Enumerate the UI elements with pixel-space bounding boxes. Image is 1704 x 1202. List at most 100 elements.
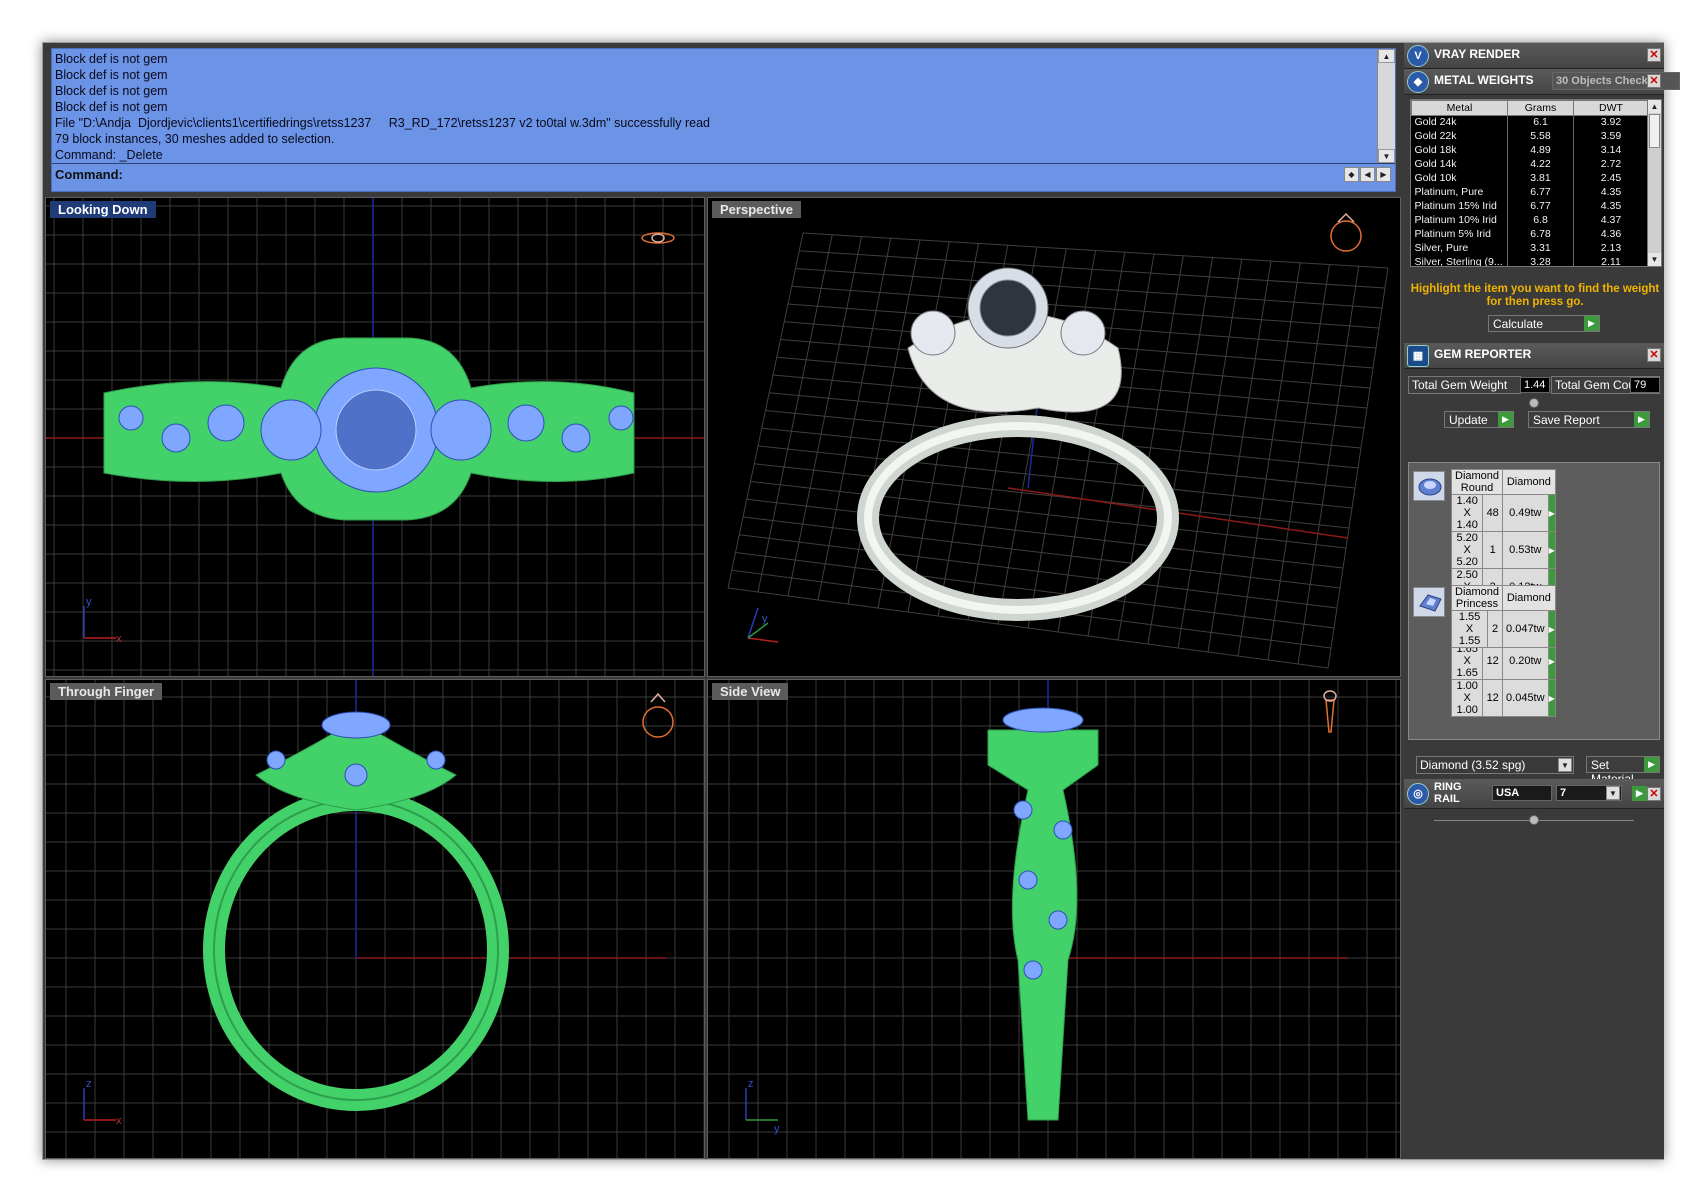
go-arrow-icon[interactable]: ▶ [1584, 316, 1599, 331]
command-prompt[interactable]: Command: ◆ ◀ ▶ [52, 163, 1395, 193]
metal-row[interactable]: Platinum 10% Irid 6.8 4.37 [1411, 213, 1649, 228]
metal-table-scrollbar[interactable]: ▲ ▼ [1647, 100, 1661, 266]
viewport-title[interactable]: Side View [712, 683, 789, 700]
gem-report-list[interactable]: Diamond Round Diamond 1.40 X 1.40 48 0.49t… [1408, 462, 1660, 740]
gem-material-select[interactable]: Diamond (3.52 spg) ▼ [1416, 756, 1574, 774]
scroll-thumb[interactable] [1649, 114, 1660, 148]
metal-weights-table[interactable]: Metal Grams DWT Gold 24k 6.1 3.92 Gold 22k 5… [1410, 99, 1662, 267]
go-arrow-icon[interactable]: ▶ [1547, 642, 1556, 680]
total-weight-value: 1.44 [1520, 377, 1550, 393]
metal-row[interactable]: Silver, Pure 3.31 2.13 [1411, 241, 1649, 256]
ring-render [857, 267, 1179, 621]
dwt-cell: 4.36 [1573, 227, 1649, 242]
metal-weights-title: METAL WEIGHTS [1434, 73, 1534, 87]
ring-size-select[interactable]: 7 ▼ [1556, 785, 1622, 801]
grams-cell: 3.31 [1507, 241, 1574, 256]
vray-icon: V [1407, 45, 1429, 67]
scroll-down-icon[interactable]: ▼ [1648, 253, 1661, 266]
close-icon[interactable]: ✕ [1647, 787, 1661, 801]
scroll-down-icon[interactable]: ▼ [1378, 149, 1395, 163]
close-icon[interactable]: ✕ [1647, 348, 1661, 362]
go-arrow-icon[interactable]: ▶ [1547, 531, 1556, 569]
metal-row[interactable]: Silver, Sterling (9... 3.28 2.11 [1411, 255, 1649, 266]
command-area: Block def is not gem Block def is not ge… [51, 48, 1396, 192]
last-icon[interactable]: ▶ [1376, 167, 1391, 182]
viewport-title[interactable]: Through Finger [50, 683, 163, 700]
grid-line [1297, 266, 1360, 665]
viewport-looking-down[interactable]: Looking Down y x [45, 197, 705, 677]
metal-row[interactable]: Gold 14k 4.22 2.72 [1411, 157, 1649, 172]
metal-weights-header[interactable]: ◆ METAL WEIGHTS 30 Objects Checked ✕ [1404, 69, 1680, 95]
dwt-cell: 4.37 [1573, 213, 1649, 228]
metal-row[interactable]: Platinum 15% Irid 6.77 4.35 [1411, 199, 1649, 214]
gem-row[interactable]: 1.40 X 1.40 48 0.49tw ▶ [1450, 494, 1556, 532]
gem-weight-cell: 0.53tw [1502, 531, 1549, 569]
side-view-canvas: z y [708, 680, 1400, 1158]
history-scrollbar[interactable]: ▲ ▼ [1377, 49, 1395, 163]
column-header[interactable]: DWT [1573, 100, 1649, 116]
spin-icon[interactable]: ◆ [1344, 167, 1359, 182]
metal-row[interactable]: Platinum, Pure 6.77 4.35 [1411, 185, 1649, 200]
gem-shape-header: Diamond Round [1450, 469, 1504, 495]
gem-size-cell: 1.00 X 1.00 [1450, 679, 1484, 717]
dwt-cell: 3.92 [1573, 115, 1649, 130]
go-arrow-icon[interactable]: ▶ [1632, 786, 1647, 801]
gem-count-cell: 1 [1482, 531, 1504, 569]
metal-row[interactable]: Gold 24k 6.1 3.92 [1411, 115, 1649, 130]
column-header[interactable]: Metal [1411, 100, 1508, 116]
metal-name-cell: Gold 22k [1411, 129, 1508, 144]
go-arrow-icon[interactable]: ▶ [1498, 412, 1513, 427]
viewport-through-finger[interactable]: Through Finger z x [45, 679, 705, 1159]
gem-row[interactable]: 5.20 X 5.20 1 0.53tw ▶ [1450, 531, 1556, 569]
first-icon[interactable]: ◀ [1360, 167, 1375, 182]
viewport-title[interactable]: Perspective [712, 201, 801, 218]
save-report-button[interactable]: Save Report ▶ [1528, 411, 1650, 428]
panel-resize-handle[interactable] [1529, 398, 1539, 408]
vray-render-header[interactable]: V VRAY RENDER ✕ [1404, 43, 1664, 69]
go-arrow-icon[interactable]: ▶ [1547, 610, 1556, 648]
grams-cell: 3.81 [1507, 171, 1574, 186]
chevron-down-icon[interactable]: ▼ [1558, 758, 1572, 772]
chevron-down-icon[interactable]: ▼ [1606, 786, 1620, 800]
viewport-perspective[interactable]: Perspective y [707, 197, 1401, 677]
perspective-canvas: y [727, 212, 1389, 669]
gem-weight-cell: 0.20tw [1502, 642, 1549, 680]
metal-name-cell: Silver, Pure [1411, 241, 1508, 256]
gem-row[interactable]: 1.00 X 1.00 12 0.045tw ▶ [1450, 679, 1556, 717]
ring-rail-slider-handle[interactable] [1529, 815, 1539, 825]
go-arrow-icon[interactable]: ▶ [1634, 412, 1649, 427]
gem-reporter-title: GEM REPORTER [1434, 347, 1532, 361]
ring-orientation-icon [641, 232, 675, 244]
grams-cell: 6.77 [1507, 185, 1574, 200]
go-arrow-icon[interactable]: ▶ [1547, 494, 1556, 532]
set-material-button[interactable]: Set Material ▶ [1586, 756, 1660, 786]
update-button[interactable]: Update ▶ [1444, 411, 1514, 428]
gem-reporter-header[interactable]: ▦ GEM REPORTER ✕ [1404, 343, 1664, 369]
calculate-button[interactable]: Calculate ▶ [1488, 315, 1600, 332]
gem-row[interactable]: 1.55 X 1.55 2 0.047tw ▶ [1450, 610, 1556, 648]
close-icon[interactable]: ✕ [1647, 48, 1661, 62]
through-finger-canvas: z x [46, 680, 704, 1158]
metal-row[interactable]: Platinum 5% Irid 6.78 4.36 [1411, 227, 1649, 242]
gem-count-cell: 12 [1482, 679, 1504, 717]
calculate-label: Calculate [1493, 317, 1544, 331]
ring-rail-icon: ◎ [1407, 783, 1429, 805]
metal-row[interactable]: Gold 18k 4.89 3.14 [1411, 143, 1649, 158]
scroll-up-icon[interactable]: ▲ [1378, 49, 1395, 63]
ring-size-country[interactable]: USA [1492, 785, 1552, 801]
gem-row[interactable]: 1.65 X 1.65 12 0.20tw ▶ [1450, 642, 1556, 680]
dwt-cell: 4.35 [1573, 185, 1649, 200]
metal-row[interactable]: Gold 10k 3.81 2.45 [1411, 171, 1649, 186]
go-arrow-icon[interactable]: ▶ [1547, 679, 1556, 717]
metal-row[interactable]: Gold 22k 5.58 3.59 [1411, 129, 1649, 144]
scroll-up-icon[interactable]: ▲ [1648, 100, 1661, 113]
grams-cell: 4.89 [1507, 143, 1574, 158]
viewport-title[interactable]: Looking Down [50, 201, 156, 218]
close-icon[interactable]: ✕ [1647, 74, 1661, 88]
column-header[interactable]: Grams [1507, 100, 1574, 116]
metal-name-cell: Gold 14k [1411, 157, 1508, 172]
viewport-side-view[interactable]: Side View z y [707, 679, 1401, 1159]
ring-rail-header[interactable]: ◎ RING RAIL USA 7 ▼ ▶ ✕ [1404, 779, 1664, 809]
go-arrow-icon[interactable]: ▶ [1644, 757, 1659, 772]
axis-y-label: y [86, 596, 92, 608]
